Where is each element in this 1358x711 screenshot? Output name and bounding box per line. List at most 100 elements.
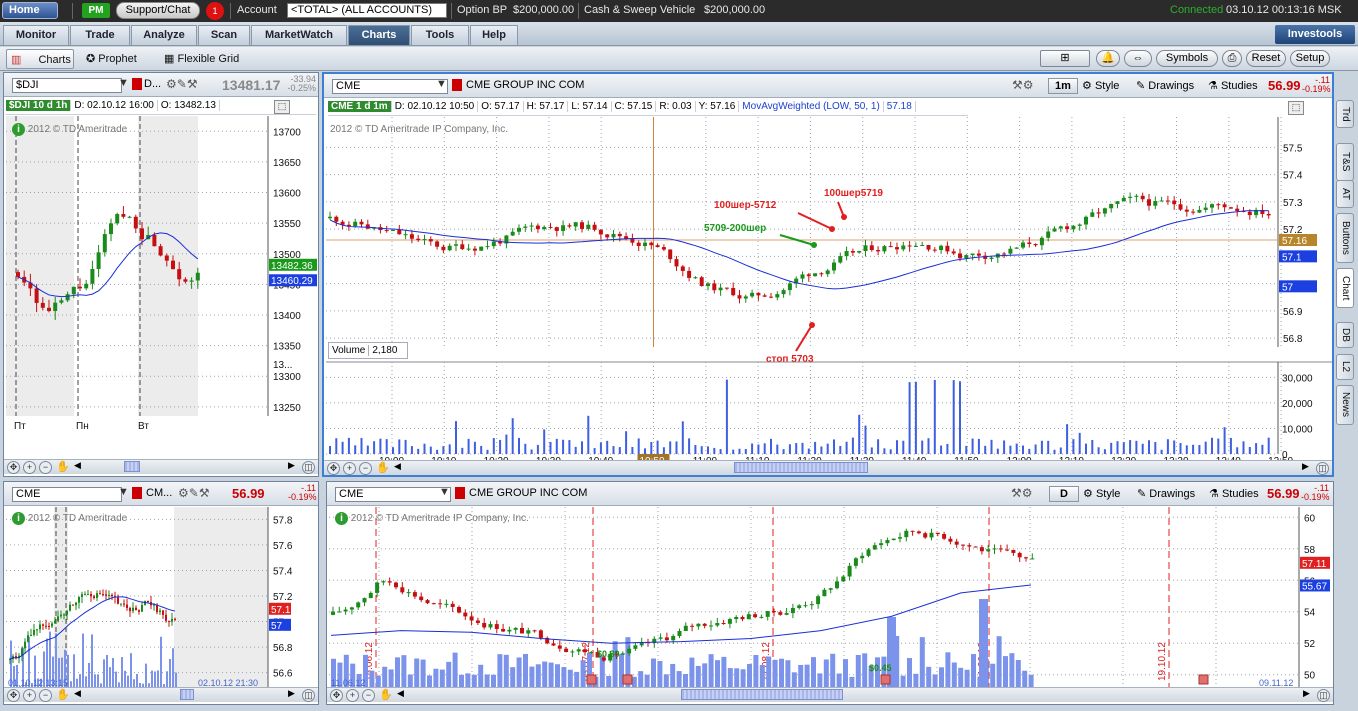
- reset-button[interactable]: Reset: [1246, 50, 1286, 67]
- bl-symbol-input[interactable]: CME: [12, 487, 122, 502]
- drawings-button[interactable]: ✎ Drawings: [1137, 487, 1195, 500]
- chevron-down-icon[interactable]: ▼: [436, 78, 447, 90]
- main-scrollbar[interactable]: ✥ + − ✋ ◀ ▶ ◫: [324, 460, 1332, 475]
- scroll-left-icon[interactable]: ◀: [74, 460, 81, 471]
- account-select[interactable]: <TOTAL> (ALL ACCOUNTS): [287, 3, 447, 18]
- dji-symbol-input[interactable]: $DJI: [12, 78, 122, 93]
- wrench-icon[interactable]: ⚒⚙: [1012, 78, 1034, 92]
- side-tab-buttons[interactable]: Buttons: [1336, 213, 1354, 263]
- scroll-right-icon[interactable]: ▶: [1303, 688, 1310, 699]
- scroll-right-icon[interactable]: ▶: [288, 688, 295, 699]
- scroll-thumb[interactable]: [681, 689, 843, 700]
- tool-icons[interactable]: ⚙✎⚒: [166, 77, 198, 91]
- zoom-out-icon[interactable]: −: [359, 462, 372, 475]
- wrench-icon[interactable]: ⚒⚙: [1011, 486, 1033, 500]
- paper-money-badge[interactable]: PM: [82, 3, 110, 18]
- side-tab-trd[interactable]: Trd: [1336, 100, 1354, 128]
- candle-body: [746, 614, 751, 620]
- br-symbol-input[interactable]: CME: [335, 487, 451, 502]
- home-button[interactable]: Home: [2, 2, 58, 19]
- tab-tools[interactable]: Tools: [411, 25, 469, 45]
- main-nav: Monitor Trade Analyze Scan MarketWatch C…: [0, 22, 1358, 46]
- scroll-right-icon[interactable]: ▶: [288, 460, 295, 471]
- side-tab-chart[interactable]: Chart: [1336, 268, 1354, 308]
- expand-icon[interactable]: ◫: [302, 689, 315, 702]
- volume-bar: [1091, 440, 1094, 454]
- chevron-down-icon[interactable]: ▼: [118, 486, 129, 498]
- zoom-in-icon[interactable]: +: [23, 461, 36, 474]
- timeframe-button[interactable]: 1m: [1048, 78, 1078, 94]
- tool-icons[interactable]: ⚙✎⚒: [178, 486, 210, 500]
- tab-trade[interactable]: Trade: [70, 25, 130, 45]
- link-icon[interactable]: ⇔: [1124, 50, 1152, 67]
- hand-icon[interactable]: ✋: [379, 688, 393, 701]
- symbols-button[interactable]: Symbols: [1156, 50, 1218, 67]
- layout-grid-button[interactable]: ⊞: [1040, 50, 1090, 67]
- subtab-charts[interactable]: ▥ Charts: [6, 49, 74, 69]
- expand-icon[interactable]: ◫: [1317, 689, 1330, 702]
- alerts-badge[interactable]: 1: [206, 2, 224, 20]
- pan-icon[interactable]: ✥: [327, 462, 340, 475]
- zoom-out-icon[interactable]: −: [39, 689, 52, 702]
- volume-bar: [505, 434, 508, 454]
- style-button[interactable]: ⚙ Style: [1083, 487, 1120, 500]
- drawings-button[interactable]: ✎ Drawings: [1136, 79, 1194, 92]
- chevron-down-icon[interactable]: ▼: [439, 486, 450, 498]
- side-tab-db[interactable]: DB: [1336, 322, 1354, 348]
- pan-icon[interactable]: ✥: [7, 461, 20, 474]
- studies-button[interactable]: ⚗ Studies: [1209, 487, 1259, 500]
- expand-icon[interactable]: ◫: [302, 461, 315, 474]
- scroll-thumb[interactable]: [734, 462, 868, 473]
- zoom-out-icon[interactable]: −: [362, 689, 375, 702]
- print-icon[interactable]: ⎙: [1222, 50, 1242, 67]
- zoom-in-icon[interactable]: +: [23, 689, 36, 702]
- info-icon[interactable]: i: [12, 123, 25, 136]
- timeframe-button[interactable]: D: [1049, 486, 1079, 502]
- tab-help[interactable]: Help: [470, 25, 518, 45]
- dji-scrollbar[interactable]: ✥ + − ✋ ◀ ▶ ◫: [4, 459, 318, 474]
- subtab-prophet[interactable]: ✪ Prophet: [86, 49, 156, 69]
- support-chat-button[interactable]: Support/Chat: [116, 2, 200, 19]
- volume-bar: [801, 442, 804, 454]
- camera-icon[interactable]: ⬚: [274, 100, 290, 114]
- info-icon[interactable]: i: [12, 512, 25, 525]
- br-scrollbar[interactable]: ✥ + − ✋ ◀ ▶ ◫: [327, 687, 1333, 702]
- zoom-in-icon[interactable]: +: [343, 462, 356, 475]
- scroll-right-icon[interactable]: ▶: [1302, 461, 1309, 472]
- tab-scan[interactable]: Scan: [198, 25, 250, 45]
- tab-analyze[interactable]: Analyze: [131, 25, 197, 45]
- zoom-in-icon[interactable]: +: [346, 689, 359, 702]
- scroll-left-icon[interactable]: ◀: [74, 688, 81, 699]
- expand-icon[interactable]: ◫: [1316, 462, 1329, 475]
- style-button[interactable]: ⚙ Style: [1082, 79, 1119, 92]
- tab-marketwatch[interactable]: MarketWatch: [251, 25, 347, 45]
- side-tab-at[interactable]: AT: [1336, 180, 1354, 208]
- zoom-out-icon[interactable]: −: [39, 461, 52, 474]
- scroll-thumb[interactable]: [124, 461, 140, 472]
- volume-bar: [169, 658, 171, 687]
- tab-charts[interactable]: Charts: [348, 25, 410, 45]
- side-tab-news[interactable]: News: [1336, 385, 1354, 425]
- tab-monitor[interactable]: Monitor: [3, 25, 69, 45]
- setup-button[interactable]: Setup: [1290, 50, 1330, 67]
- scroll-left-icon[interactable]: ◀: [397, 688, 404, 699]
- chevron-down-icon[interactable]: ▼: [118, 77, 129, 89]
- bell-icon[interactable]: 🔔: [1096, 50, 1120, 67]
- hand-icon[interactable]: ✋: [56, 688, 70, 701]
- hand-icon[interactable]: ✋: [56, 460, 70, 473]
- side-tab-l2[interactable]: L2: [1336, 354, 1354, 380]
- camera-icon[interactable]: ⬚: [1288, 101, 1304, 115]
- info-icon[interactable]: i: [335, 512, 348, 525]
- pan-icon[interactable]: ✥: [7, 689, 20, 702]
- hand-icon[interactable]: ✋: [376, 461, 390, 474]
- bl-scrollbar[interactable]: ✥ + − ✋ ◀ ▶ ◫: [4, 687, 318, 702]
- subtab-flexible-grid[interactable]: ▦ Flexible Grid: [164, 49, 254, 69]
- pan-icon[interactable]: ✥: [330, 689, 343, 702]
- main-symbol-input[interactable]: CME: [332, 79, 448, 94]
- main-symbol: CME: [336, 80, 361, 92]
- investools-button[interactable]: Investools: [1275, 25, 1355, 44]
- scroll-thumb[interactable]: [180, 689, 194, 700]
- scroll-left-icon[interactable]: ◀: [394, 461, 401, 472]
- studies-button[interactable]: ⚗ Studies: [1208, 79, 1258, 92]
- side-tab-ts[interactable]: T&S: [1336, 143, 1354, 181]
